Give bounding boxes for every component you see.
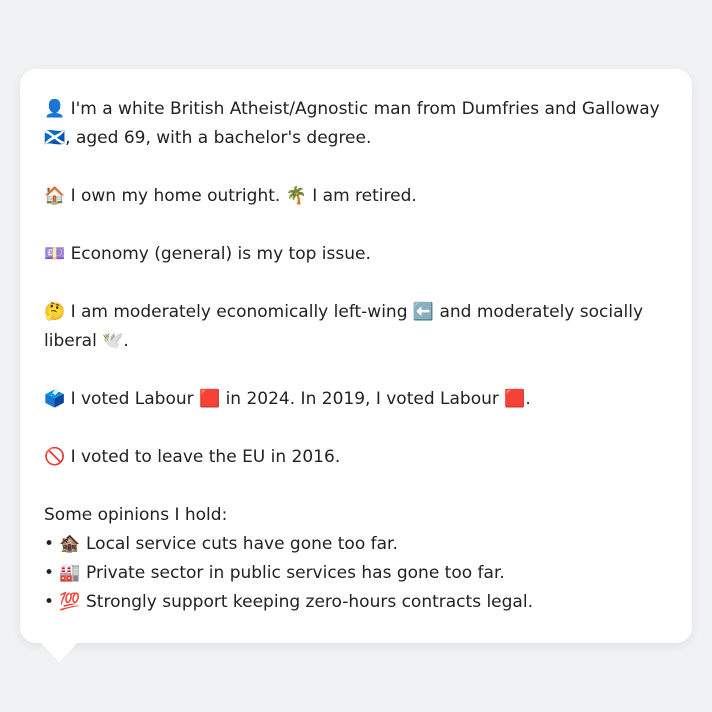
persona-message-bubble: 👤 I'm a white British Atheist/Agnostic m… [20, 69, 692, 643]
opinion-item: • 🏭 Private sector in public services ha… [44, 563, 505, 583]
opinions-section: Some opinions I hold: • 🏚️ Local service… [44, 501, 668, 617]
political-leaning-text: 🤔 I am moderately economically left-wing… [44, 302, 644, 351]
opinions-heading: Some opinions I hold: [44, 505, 228, 525]
opinion-item: • 💯 Strongly support keeping zero-hours … [44, 592, 533, 612]
housing-employment-text: 🏠 I own my home outright. 🌴 I am retired… [44, 186, 417, 206]
opinion-item: • 🏚️ Local service cuts have gone too fa… [44, 534, 398, 554]
voting-history-text: 🗳️ I voted Labour 🟥 in 2024. In 2019, I … [44, 389, 531, 409]
bubble-tail [40, 642, 78, 662]
brexit-vote-text: 🚫 I voted to leave the EU in 2016. [44, 447, 341, 467]
top-issue-text: 💷 Economy (general) is my top issue. [44, 244, 371, 264]
identity-text: 👤 I'm a white British Atheist/Agnostic m… [44, 99, 660, 148]
